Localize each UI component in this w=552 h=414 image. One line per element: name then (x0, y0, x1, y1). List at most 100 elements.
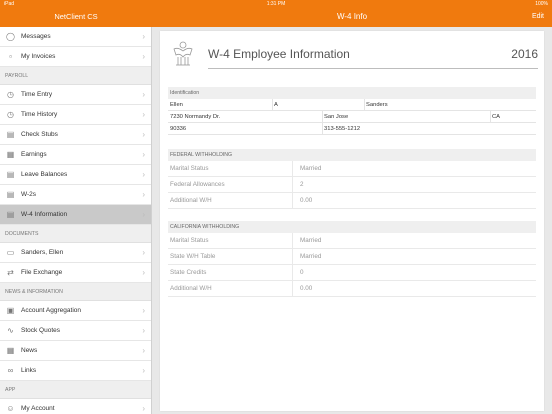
news-icon: ▦ (6, 346, 15, 355)
document-icon: ▤ (6, 130, 15, 139)
sidebar-item-label: Check Stubs (21, 131, 58, 138)
chevron-right-icon: › (142, 404, 145, 413)
field-label: State Credits (170, 269, 207, 276)
sidebar-item-file-exchange[interactable]: ⇄ File Exchange › (0, 263, 151, 283)
sidebar-item-w-4-information[interactable]: ▤ W-4 Information › (0, 205, 151, 225)
chevron-right-icon: › (142, 90, 145, 99)
sidebar-item-label: Time Entry (21, 91, 53, 98)
edit-button[interactable]: Edit (532, 7, 544, 27)
invoice-icon: ▫ (9, 52, 12, 61)
sidebar-item-label: Leave Balances (21, 171, 68, 178)
field-value: Married (300, 165, 322, 172)
section-header-app: APP (0, 381, 151, 399)
field-value: 0 (300, 269, 304, 276)
sidebar-item-label: Links (21, 367, 37, 374)
sidebar-item-time-entry[interactable]: ◷ Time Entry › (0, 85, 151, 105)
field-value: 2 (300, 181, 304, 188)
sidebar-item-links[interactable]: ∞ Links › (0, 361, 151, 381)
chevron-right-icon: › (142, 366, 145, 375)
divider (292, 233, 293, 248)
page-title: W-4 Info (336, 12, 368, 21)
state-marital-status-row: Marital Status Married (168, 233, 536, 249)
sidebar-item-messages[interactable]: ◯ Messages › (0, 27, 151, 47)
file-exchange-icon: ⇄ (7, 268, 14, 277)
sidebar-item-label: My Invoices (21, 53, 56, 60)
chevron-right-icon: › (142, 130, 145, 139)
eagle-seal-icon (173, 41, 193, 66)
sidebar-item-time-history[interactable]: ◷ Time History › (0, 105, 151, 125)
state-additional-wh-row: Additional W/H 0.00 (168, 281, 536, 297)
field-label: Additional W/H (170, 197, 212, 204)
sidebar-item-earnings[interactable]: ▦ Earnings › (0, 145, 151, 165)
chevron-right-icon: › (142, 170, 145, 179)
divider (292, 249, 293, 264)
identification-header: Identification (168, 87, 536, 99)
document-icon: ▤ (6, 190, 15, 199)
sidebar-item-stock-quotes[interactable]: ∿ Stock Quotes › (0, 321, 151, 341)
divider (292, 177, 293, 192)
sidebar-item-label: Sanders, Ellen (21, 249, 64, 256)
chevron-right-icon: › (142, 248, 145, 257)
phone-value: 313-555-1212 (324, 126, 361, 132)
sidebar-item-account-aggregation[interactable]: ▣ Account Aggregation › (0, 301, 151, 321)
section-header-payroll: PAYROLL (0, 67, 151, 85)
sidebar-item-check-stubs[interactable]: ▤ Check Stubs › (0, 125, 151, 145)
sidebar-item-label: W-4 Information (21, 211, 68, 218)
california-withholding-section: CALIFORNIA WITHHOLDING Marital Status Ma… (168, 221, 536, 297)
sidebar-item-sanders-ellen[interactable]: ▭ Sanders, Ellen › (0, 243, 151, 263)
chevron-right-icon: › (142, 110, 145, 119)
clock-history-icon: ◷ (7, 110, 14, 119)
state-value: CA (492, 114, 501, 120)
w4-form-icon: ▤ (6, 210, 15, 219)
form-year: 2016 (511, 47, 538, 61)
last-name-value: Sanders (366, 102, 388, 108)
detail-nav-bar: W-4 Info Edit (152, 7, 552, 27)
field-value: Married (300, 253, 322, 260)
federal-withholding-section: FEDERAL WITHHOLDING Marital Status Marri… (168, 149, 536, 209)
sidebar[interactable]: ◯ Messages › ▫ My Invoices › PAYROLL ◷ T… (0, 27, 152, 414)
divider (292, 161, 293, 176)
field-label: Additional W/H (170, 285, 212, 292)
chevron-right-icon: › (142, 210, 145, 219)
zip-value: 90336 (170, 126, 187, 132)
person-icon: ☺ (6, 404, 15, 413)
federal-allowances-row: Federal Allowances 2 (168, 177, 536, 193)
section-header-documents: DOCUMENTS (0, 225, 151, 243)
sidebar-item-w-2s[interactable]: ▤ W-2s › (0, 185, 151, 205)
chevron-right-icon: › (142, 52, 145, 61)
document-icon: ▤ (6, 170, 15, 179)
field-label: Federal Allowances (170, 181, 225, 188)
sidebar-item-label: Account Aggregation (21, 307, 81, 314)
form-header: W-4 Employee Information 2016 (168, 35, 538, 71)
address-value: 7230 Normandy Dr. (170, 114, 221, 120)
sidebar-item-my-invoices[interactable]: ▫ My Invoices › (0, 47, 151, 67)
address-row: 7230 Normandy Dr. San Jose CA (168, 111, 536, 123)
header-divider (208, 68, 538, 69)
link-icon: ∞ (7, 366, 14, 375)
middle-initial-value: A (274, 102, 278, 108)
chevron-right-icon: › (142, 326, 145, 335)
field-value: 0.00 (300, 197, 313, 204)
clock-icon: ◷ (7, 90, 14, 99)
sidebar-item-label: News (21, 347, 38, 354)
federal-marital-status-row: Marital Status Married (168, 161, 536, 177)
sidebar-item-leave-balances[interactable]: ▤ Leave Balances › (0, 165, 151, 185)
master-nav-bar: NetClient CS (0, 7, 152, 27)
chevron-right-icon: › (142, 346, 145, 355)
status-bar: iPad 1:31 PM 100% (0, 0, 552, 7)
sidebar-item-label: Earnings (21, 151, 47, 158)
sidebar-item-label: Messages (21, 33, 51, 40)
sidebar-item-my-account[interactable]: ☺ My Account › (0, 399, 151, 414)
account-icon: ▣ (6, 306, 15, 315)
sidebar-item-news[interactable]: ▦ News › (0, 341, 151, 361)
field-value: Married (300, 237, 322, 244)
field-label: Marital Status (170, 165, 209, 172)
app-title: NetClient CS (54, 12, 98, 21)
divider (292, 193, 293, 208)
zip-phone-row: 90336 313-555-1212 (168, 123, 536, 135)
stock-chart-icon: ∿ (7, 326, 14, 335)
sidebar-item-label: My Account (21, 405, 55, 412)
chevron-right-icon: › (142, 306, 145, 315)
sidebar-item-label: Stock Quotes (21, 327, 61, 334)
city-value: San Jose (324, 114, 349, 120)
